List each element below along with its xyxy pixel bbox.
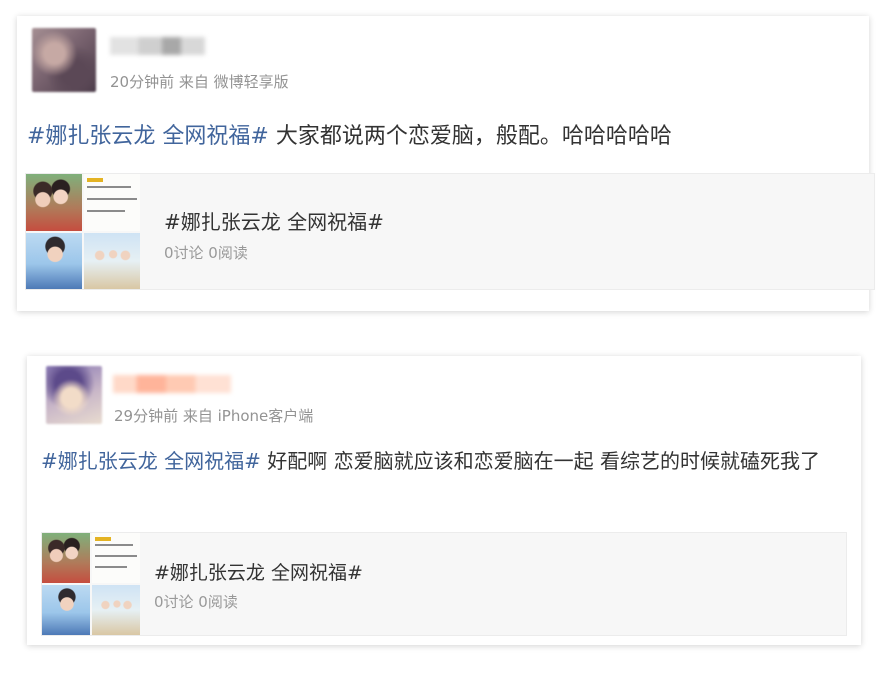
post-meta: 29分钟前 来自 iPhone客户端 bbox=[114, 407, 314, 425]
topic-title: #娜扎张云龙 全网祝福# bbox=[164, 210, 384, 234]
topic-card[interactable]: #娜扎张云龙 全网祝福# 0讨论 0阅读 bbox=[25, 173, 875, 290]
post-meta: 20分钟前 来自 微博轻享版 bbox=[110, 73, 289, 91]
topic-stats: 0讨论 0阅读 bbox=[164, 244, 248, 262]
thumb-image bbox=[26, 233, 82, 289]
topic-thumbnail bbox=[42, 533, 140, 635]
thumb-image bbox=[92, 533, 140, 583]
hashtag-link[interactable]: #娜扎张云龙 全网祝福# bbox=[27, 124, 269, 149]
username-blurred[interactable] bbox=[110, 37, 205, 55]
weibo-post-card: 20分钟前 来自 微博轻享版 #娜扎张云龙 全网祝福# 大家都说两个恋爱脑，般配… bbox=[17, 16, 875, 311]
topic-stats: 0讨论 0阅读 bbox=[154, 593, 238, 611]
topic-thumbnail bbox=[26, 174, 140, 289]
topic-title: #娜扎张云龙 全网祝福# bbox=[154, 562, 363, 584]
thumb-image bbox=[26, 174, 82, 231]
post-body: 大家都说两个恋爱脑，般配。哈哈哈哈哈 bbox=[268, 124, 672, 149]
user-avatar[interactable] bbox=[46, 366, 102, 424]
post-body: 好配啊 恋爱脑就应该和恋爱脑在一起 看综艺的时候就磕死我了 bbox=[260, 449, 820, 473]
thumb-image bbox=[92, 585, 140, 635]
thumb-image bbox=[42, 533, 90, 583]
username-blurred[interactable] bbox=[113, 375, 231, 393]
thumb-image bbox=[84, 174, 140, 231]
hashtag-link[interactable]: #娜扎张云龙 全网祝福# bbox=[41, 449, 261, 473]
thumb-image bbox=[84, 233, 140, 289]
thumb-image bbox=[42, 585, 90, 635]
topic-card[interactable]: #娜扎张云龙 全网祝福# 0讨论 0阅读 bbox=[41, 532, 847, 636]
post-text: #娜扎张云龙 全网祝福# 大家都说两个恋爱脑，般配。哈哈哈哈哈 bbox=[27, 120, 672, 154]
user-avatar[interactable] bbox=[32, 28, 96, 92]
weibo-post-card: 29分钟前 来自 iPhone客户端 #娜扎张云龙 全网祝福# 好配啊 恋爱脑就… bbox=[27, 356, 861, 645]
post-text: #娜扎张云龙 全网祝福# 好配啊 恋爱脑就应该和恋爱脑在一起 看综艺的时候就磕死… bbox=[41, 444, 841, 478]
